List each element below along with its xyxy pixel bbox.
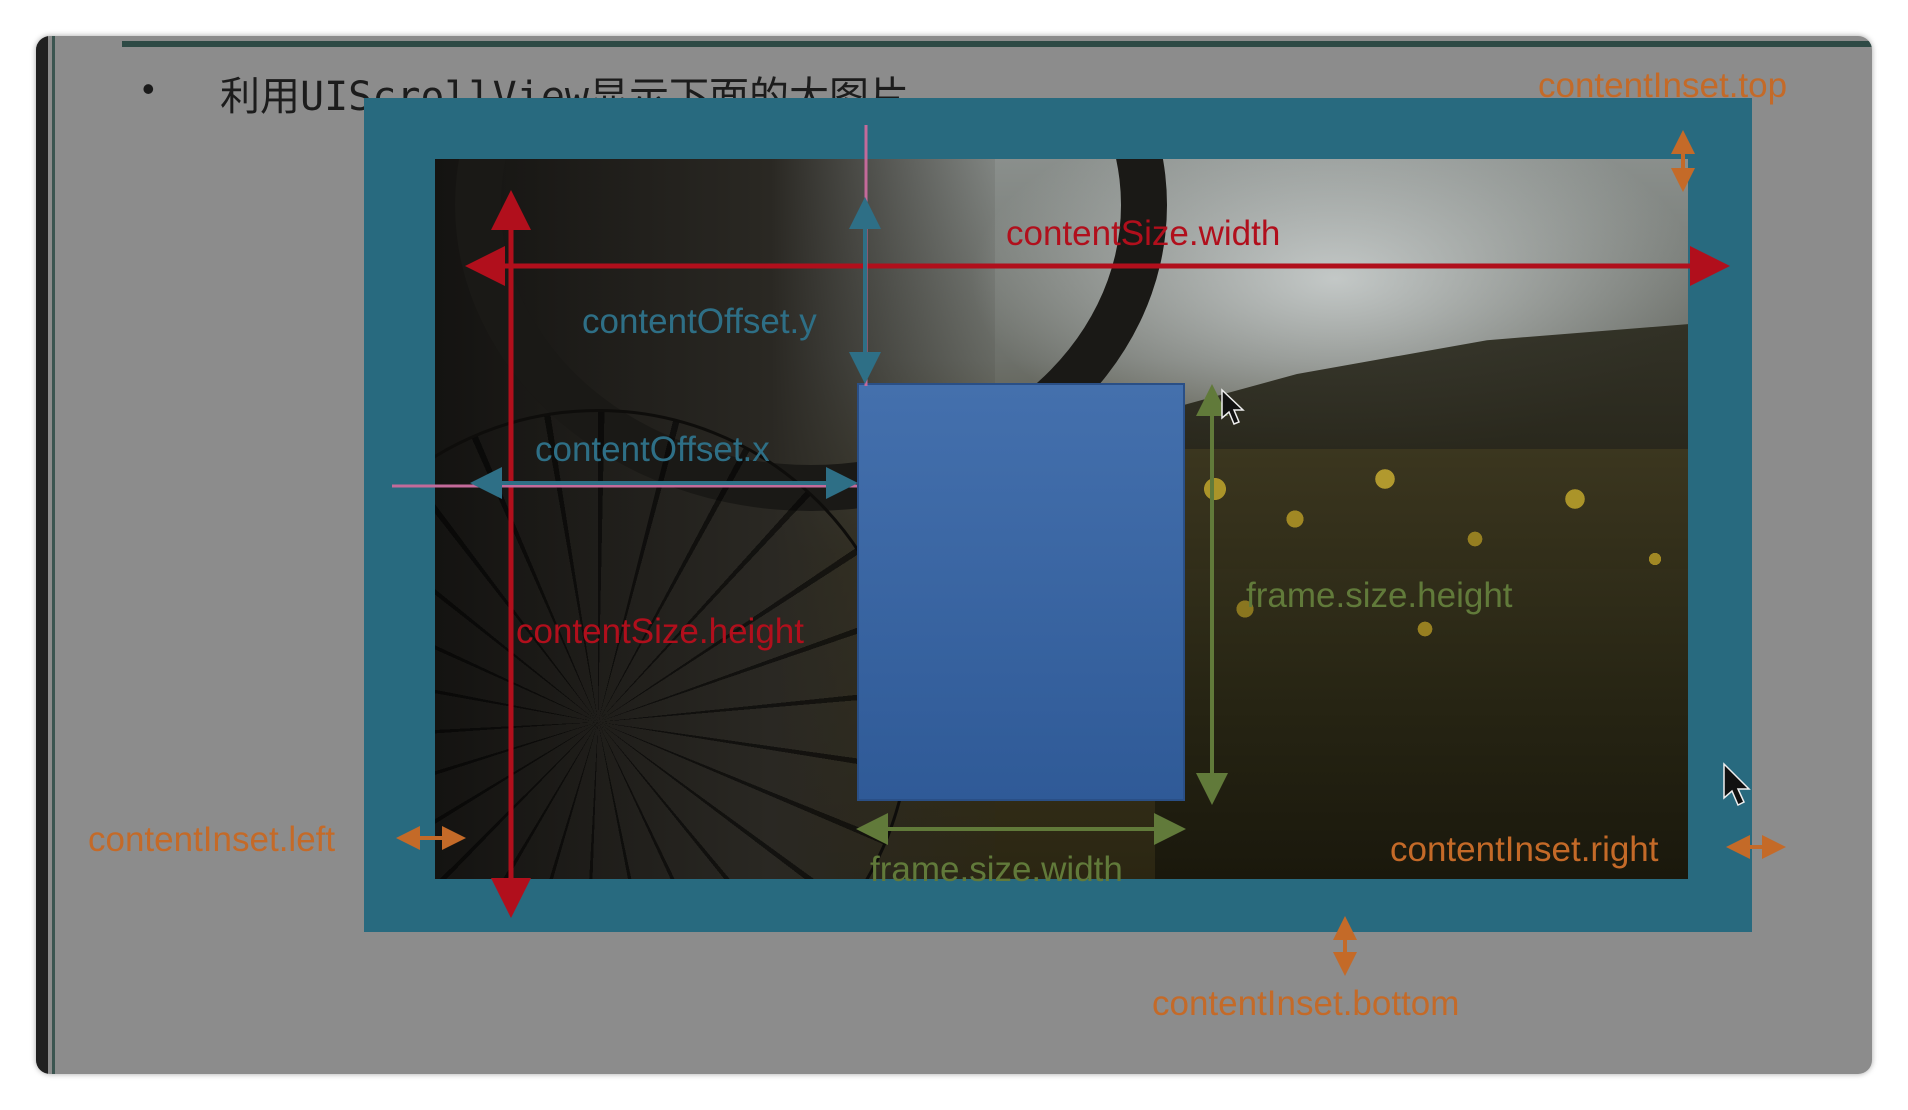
slide-top-rule	[122, 41, 1872, 47]
content-size-width-label: contentSize.width	[1006, 214, 1281, 253]
photo-flowers	[1155, 449, 1688, 879]
bullet-point: •	[142, 68, 155, 109]
slide-left-rule	[52, 36, 55, 1074]
frame-size-height-label: frame.size.height	[1246, 576, 1513, 615]
content-offset-x-label: contentOffset.x	[535, 430, 770, 469]
content-inset-right-label: contentInset.right	[1390, 830, 1659, 869]
scroll-view-frame	[857, 383, 1185, 801]
content-inset-left-label: contentInset.left	[88, 820, 336, 859]
slide-left-edge	[36, 36, 48, 1074]
content-size-height-label: contentSize.height	[516, 612, 804, 651]
content-inset-bottom-label: contentInset.bottom	[1152, 984, 1460, 1023]
frame-size-width-label: frame.size.width	[870, 850, 1123, 889]
content-offset-y-label: contentOffset.y	[582, 302, 817, 341]
content-inset-top-label: contentInset.top	[1538, 66, 1788, 105]
